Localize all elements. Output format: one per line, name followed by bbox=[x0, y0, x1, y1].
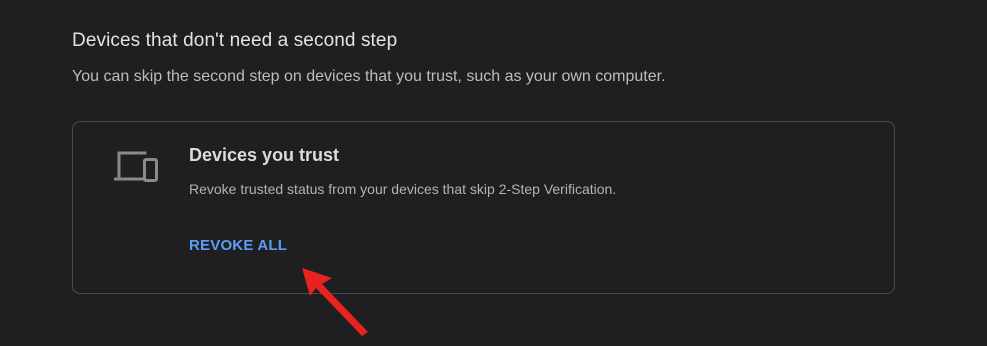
trusted-devices-card: Devices you trust Revoke trusted status … bbox=[72, 121, 895, 294]
card-title: Devices you trust bbox=[189, 145, 340, 165]
revoke-all-button[interactable]: REVOKE ALL bbox=[189, 237, 287, 254]
page: Devices that don't need a second step Yo… bbox=[0, 0, 987, 346]
card-description: Revoke trusted status from your devices … bbox=[189, 181, 617, 197]
section-title: Devices that don't need a second step bbox=[72, 30, 398, 51]
section-description: You can skip the second step on devices … bbox=[72, 68, 666, 85]
annotation-arrow-icon bbox=[302, 268, 368, 336]
devices-icon bbox=[114, 151, 158, 182]
